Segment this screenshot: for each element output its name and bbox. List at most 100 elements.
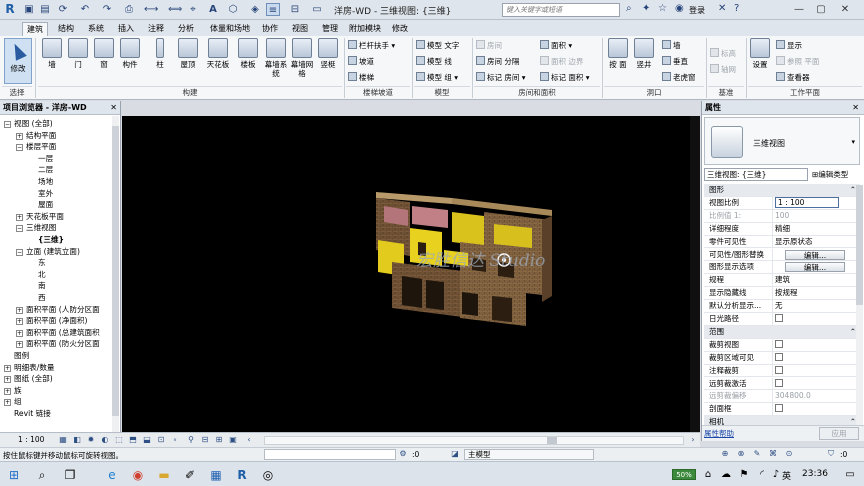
component-tool[interactable]: 构件	[116, 38, 144, 69]
property-row[interactable]: 图形显示选项 编辑...	[704, 261, 860, 275]
property-value[interactable]: 按规程	[772, 287, 860, 301]
close-icon[interactable]: ✕	[852, 101, 859, 115]
exchange-apps-icon[interactable]: ✕	[718, 3, 726, 14]
dimension-icon[interactable]: ⟺	[168, 3, 182, 16]
revit-logo-icon[interactable]: R	[3, 3, 17, 16]
maximize-button[interactable]: ▢	[812, 2, 830, 17]
select-links-icon[interactable]: ⊕	[720, 449, 730, 459]
select-panel-label[interactable]: 选择	[2, 86, 32, 98]
property-value[interactable]: 1 : 100	[772, 196, 860, 210]
temp-hide-icon[interactable]: ⍤	[170, 435, 180, 445]
tab-architecture[interactable]: 建筑	[22, 22, 48, 36]
property-row[interactable]: 可见性/图形替换 编辑...	[704, 248, 860, 262]
redo-icon[interactable]: ↷	[100, 3, 114, 16]
notification-icon[interactable]: ▭	[842, 467, 858, 483]
tab-addins[interactable]: 附加模块	[346, 22, 384, 36]
browser-item[interactable]: 东	[28, 257, 46, 269]
subscription-icon[interactable]: ✦	[642, 3, 650, 14]
browser-item[interactable]: + 面积平面 (总建筑面积	[16, 327, 100, 339]
collapse-icon[interactable]: −	[16, 248, 23, 256]
circulation-panel-label[interactable]: 楼梯坡道	[346, 86, 410, 98]
property-row[interactable]: 远剪裁激活	[704, 377, 860, 391]
property-row[interactable]: 显示隐藏线 按规程	[704, 287, 860, 301]
curtain-grid-tool[interactable]: 幕墙网格	[288, 38, 316, 78]
expand-icon[interactable]: +	[16, 213, 23, 221]
property-value[interactable]: 无	[772, 300, 860, 313]
battery-indicator[interactable]: 50%	[672, 469, 696, 480]
by-face-tool[interactable]: 按 面	[604, 38, 632, 69]
render-icon[interactable]: ⬚	[114, 435, 124, 445]
checkbox[interactable]	[775, 378, 783, 387]
properties-scrollbar[interactable]	[856, 185, 863, 425]
railing-tool[interactable]: 栏杆扶手 ▾	[348, 40, 395, 51]
search-icon[interactable]: ⌕	[626, 3, 632, 14]
3d-view-icon[interactable]: ⬡	[226, 3, 240, 16]
browser-item[interactable]: − 立面 (建筑立面)	[16, 246, 80, 258]
windows-start-icon[interactable]: ⊞	[6, 467, 22, 483]
properties-help-link[interactable]: 属性帮助	[704, 428, 734, 439]
checkbox[interactable]	[775, 314, 783, 322]
browser-item[interactable]: 图例	[4, 350, 29, 362]
model-line-tool[interactable]: 模型 线	[416, 56, 452, 67]
property-group-header[interactable]: 图形 ⌃	[704, 184, 860, 197]
property-row[interactable]: 剖面框	[704, 403, 860, 417]
opening-panel-label[interactable]: 洞口	[604, 86, 704, 98]
browser-item[interactable]: + 面积平面 (人防分区面	[16, 304, 100, 316]
building-3d-model[interactable]: 宏胜信达 Studio	[122, 116, 700, 432]
reveal-hidden-icon[interactable]: ⚲	[186, 435, 196, 445]
modify-button[interactable]: 修改	[4, 38, 32, 84]
dropdown-arrow-icon[interactable]: ▾	[851, 138, 855, 146]
expand-icon[interactable]: +	[4, 399, 11, 407]
mullion-tool[interactable]: 竖梃	[314, 38, 342, 69]
expand-icon[interactable]: +	[16, 306, 23, 314]
ref-plane-tool[interactable]: 参照 平面	[776, 56, 819, 67]
vertical-opening-tool[interactable]: 垂直	[662, 56, 688, 67]
tab-massing-site[interactable]: 体量和场地	[204, 22, 256, 36]
browser-item[interactable]: 二层	[28, 164, 53, 176]
property-row[interactable]: 裁剪区域可见	[704, 351, 860, 365]
expand-icon[interactable]: +	[16, 318, 23, 326]
expand-icon[interactable]: +	[16, 132, 23, 140]
collapse-icon[interactable]: −	[16, 144, 23, 152]
property-value[interactable]: 显示原状态	[772, 235, 860, 249]
revit-task-icon[interactable]: R	[234, 467, 250, 483]
property-value[interactable]: 建筑	[772, 274, 860, 288]
checkbox[interactable]	[775, 352, 783, 361]
media-icon[interactable]: ◎	[260, 467, 276, 483]
property-row[interactable]: 注释裁剪	[704, 364, 860, 378]
property-row[interactable]: 日光路径	[704, 313, 860, 326]
print-icon[interactable]: ⎙	[122, 3, 136, 16]
help-icon[interactable]: ?	[734, 3, 739, 14]
folder-icon[interactable]: ▬	[156, 467, 172, 483]
workplane-panel-label[interactable]: 工作平面	[748, 86, 862, 98]
area-boundary-tool[interactable]: 面积 边界	[540, 56, 583, 67]
close-button[interactable]: ✕	[836, 2, 854, 17]
text-icon[interactable]: A	[206, 3, 220, 16]
browser-item[interactable]: 一层	[28, 153, 53, 165]
property-value[interactable]	[772, 403, 860, 417]
viewport-h-scrollbar[interactable]	[264, 436, 684, 445]
stair-tool[interactable]: 楼梯	[348, 72, 374, 83]
browser-item[interactable]: {三维}	[28, 234, 64, 246]
room-separator-tool[interactable]: 房间 分隔	[476, 56, 519, 67]
checkbox[interactable]	[775, 404, 783, 413]
temp-view-icon[interactable]: ⊟	[200, 435, 210, 445]
switch-windows-icon[interactable]: ▭	[310, 3, 324, 16]
expand-icon[interactable]: +	[16, 329, 23, 337]
notepad-icon[interactable]: ✐	[182, 467, 198, 483]
visual-style-icon[interactable]: ◧	[72, 435, 82, 445]
edge-icon[interactable]: e	[104, 467, 120, 483]
input-language[interactable]: 英	[782, 469, 791, 482]
viewport-scrollbar[interactable]	[690, 116, 700, 432]
thin-lines-icon[interactable]: ≡	[266, 3, 280, 16]
detail-level-icon[interactable]: ▦	[58, 435, 68, 445]
room-tool[interactable]: 房间	[476, 40, 502, 51]
search-input[interactable]: 键入关键字或短语	[502, 3, 620, 17]
tab-annotate[interactable]: 注释	[144, 22, 168, 36]
property-value[interactable]	[772, 313, 860, 326]
network-icon[interactable]: ⌂	[700, 467, 716, 483]
expand-icon[interactable]: +	[4, 376, 11, 384]
browser-item[interactable]: 屋面	[28, 199, 53, 211]
browser-item[interactable]: + 族	[4, 385, 22, 397]
property-row[interactable]: 零件可见性 显示原状态	[704, 235, 860, 249]
